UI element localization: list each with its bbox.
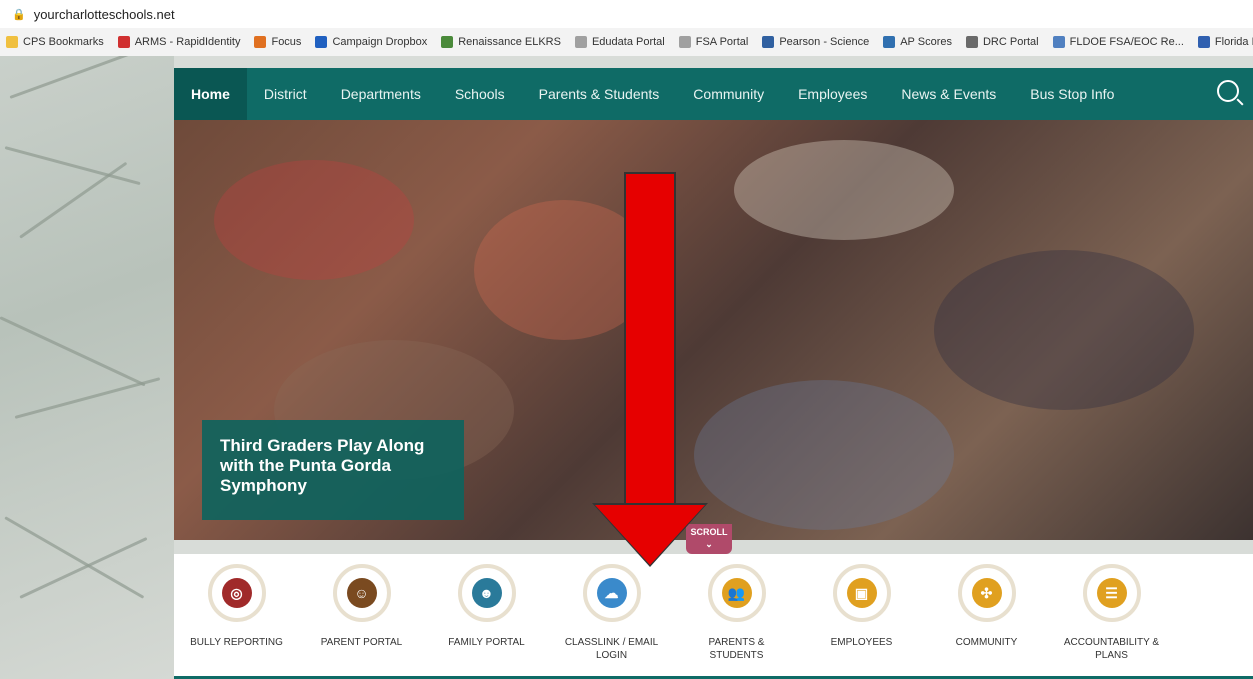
bookmark-label: Florida K-Readiness [1214, 36, 1253, 48]
quicklink-badge: ☺ [332, 564, 391, 622]
quicklink-badge: ☁ [582, 564, 641, 622]
quicklink-employees[interactable]: ▣ EMPLOYEES [799, 554, 924, 679]
web-page: Home District Departments Schools Parents & … [0, 56, 1253, 679]
quicklink-bully-reporting[interactable]: ◎ BULLY REPORTING [174, 554, 299, 679]
bookmark-label: Pearson - Science [779, 36, 870, 48]
bookmark-label: Renaissance ELKRS [458, 36, 561, 48]
nav-item-employees[interactable]: Employees [781, 68, 884, 120]
bookmark-item[interactable]: DRC Portal [965, 36, 1039, 48]
quicklink-label: CLASSLINK / EMAIL LOGIN [564, 637, 659, 661]
bookmark-icon [678, 36, 691, 48]
quicklink-icon: ◎ [221, 578, 252, 608]
bookmark-icon [1197, 36, 1210, 48]
hero-slideshow: Third Graders Play Along with the Punta … [174, 120, 1253, 540]
quicklink-label: EMPLOYEES [830, 637, 893, 648]
quicklink-parent-portal[interactable]: ☺ PARENT PORTAL [299, 554, 424, 679]
quicklink-label: FAMILY PORTAL [448, 637, 525, 648]
bookmark-icon [574, 36, 587, 48]
quicklink-label: PARENTS & STUDENTS [708, 637, 765, 661]
quicklink-badge: ▣ [832, 564, 891, 622]
quicklink-classlink-email-login[interactable]: ☁ CLASSLINK / EMAIL LOGIN [549, 554, 674, 679]
nav-item-schools[interactable]: Schools [438, 68, 522, 120]
bookmarks-bar: CPS Bookmarks ARMS - RapidIdentity Focus Ca… [0, 28, 1253, 57]
quicklink-badge: ☻ [457, 564, 516, 622]
search-icon[interactable] [1217, 80, 1239, 102]
quicklink-badge: ☰ [1082, 564, 1141, 622]
bookmark-item[interactable]: CPS Bookmarks [6, 36, 104, 48]
nav-item-community[interactable]: Community [676, 68, 781, 120]
bookmark-item[interactable]: AP Scores [883, 36, 952, 48]
bookmark-icon [117, 36, 130, 48]
quicklink-accountability-plans[interactable]: ☰ ACCOUNTABILITY & PLANS [1049, 554, 1174, 679]
annotation-arrow-head [595, 505, 705, 565]
bookmark-item[interactable]: FSA Portal [678, 36, 749, 48]
bookmark-item[interactable]: FLDOE FSA/EOC Re... [1052, 36, 1184, 48]
address-bar[interactable]: 🔒 yourcharlotteschools.net [0, 0, 1253, 28]
bookmark-icon [254, 36, 267, 48]
bookmark-label: Edudata Portal [591, 36, 665, 48]
quicklink-badge: ✣ [957, 564, 1016, 622]
slide-caption[interactable]: Third Graders Play Along with the Punta … [202, 420, 464, 520]
quicklink-parents-students[interactable]: 👥 PARENTS & STUDENTS [674, 554, 799, 679]
lock-icon: 🔒 [12, 8, 26, 21]
bookmark-icon [6, 36, 18, 48]
bookmark-icon [1052, 36, 1065, 48]
nav-item-news-events[interactable]: News & Events [884, 68, 1013, 120]
quicklink-icon: ✣ [971, 578, 1002, 608]
quicklink-icon: ☺ [346, 578, 377, 608]
bookmark-icon [965, 36, 978, 48]
nav-item-bus-stop-info[interactable]: Bus Stop Info [1013, 68, 1131, 120]
quicklink-label: COMMUNITY [955, 637, 1018, 648]
bookmark-item[interactable]: Florida K-Readiness [1197, 36, 1253, 48]
quicklink-icon: ▣ [846, 578, 877, 608]
bookmark-label: FLDOE FSA/EOC Re... [1069, 36, 1184, 48]
bookmark-item[interactable]: Edudata Portal [574, 36, 665, 48]
quicklink-family-portal[interactable]: ☻ FAMILY PORTAL [424, 554, 549, 679]
bookmark-label: Focus [271, 36, 302, 48]
quicklink-badge: 👥 [707, 564, 766, 622]
quick-links: ◎ BULLY REPORTING ☺ PARENT PORTAL ☻ FAMILY PO… [174, 554, 1253, 679]
quicklink-icon: ☁ [596, 578, 627, 608]
url-text[interactable]: yourcharlotteschools.net [34, 7, 175, 22]
quicklink-label: BULLY REPORTING [190, 637, 283, 648]
quicklink-community[interactable]: ✣ COMMUNITY [924, 554, 1049, 679]
nav-item-home[interactable]: Home [174, 68, 247, 120]
bookmark-icon [441, 36, 454, 48]
nav-item-departments[interactable]: Departments [324, 68, 438, 120]
bookmark-icon [883, 36, 896, 48]
quicklink-icon: 👥 [721, 578, 752, 608]
bookmark-label: ARMS - RapidIdentity [134, 36, 241, 48]
bookmark-label: CPS Bookmarks [23, 36, 104, 48]
quicklink-badge: ◎ [207, 564, 266, 622]
annotation-arrow-shaft [624, 172, 676, 507]
main-navigation: Home District Departments Schools Parents & … [174, 68, 1253, 120]
bookmark-label: AP Scores [900, 36, 952, 48]
nav-item-parents-students[interactable]: Parents & Students [522, 68, 677, 120]
bookmark-item[interactable]: Focus [254, 36, 301, 48]
bookmark-icon [315, 36, 328, 48]
bookmark-label: FSA Portal [695, 36, 749, 48]
quicklink-label: PARENT PORTAL [320, 637, 403, 648]
bookmark-label: Campaign Dropbox [332, 36, 428, 48]
nav-item-district[interactable]: District [247, 68, 324, 120]
palm-background [0, 56, 174, 679]
bookmark-item[interactable]: Campaign Dropbox [315, 36, 427, 48]
bookmark-item[interactable]: Pearson - Science [762, 36, 869, 48]
quicklink-icon: ☻ [471, 578, 502, 608]
quicklink-label: ACCOUNTABILITY & PLANS [1063, 637, 1160, 661]
bookmark-label: DRC Portal [982, 36, 1039, 48]
quicklink-icon: ☰ [1096, 578, 1127, 608]
bookmark-icon [762, 36, 775, 48]
bookmark-item[interactable]: ARMS - RapidIdentity [117, 36, 241, 48]
bookmark-item[interactable]: Renaissance ELKRS [441, 36, 561, 48]
